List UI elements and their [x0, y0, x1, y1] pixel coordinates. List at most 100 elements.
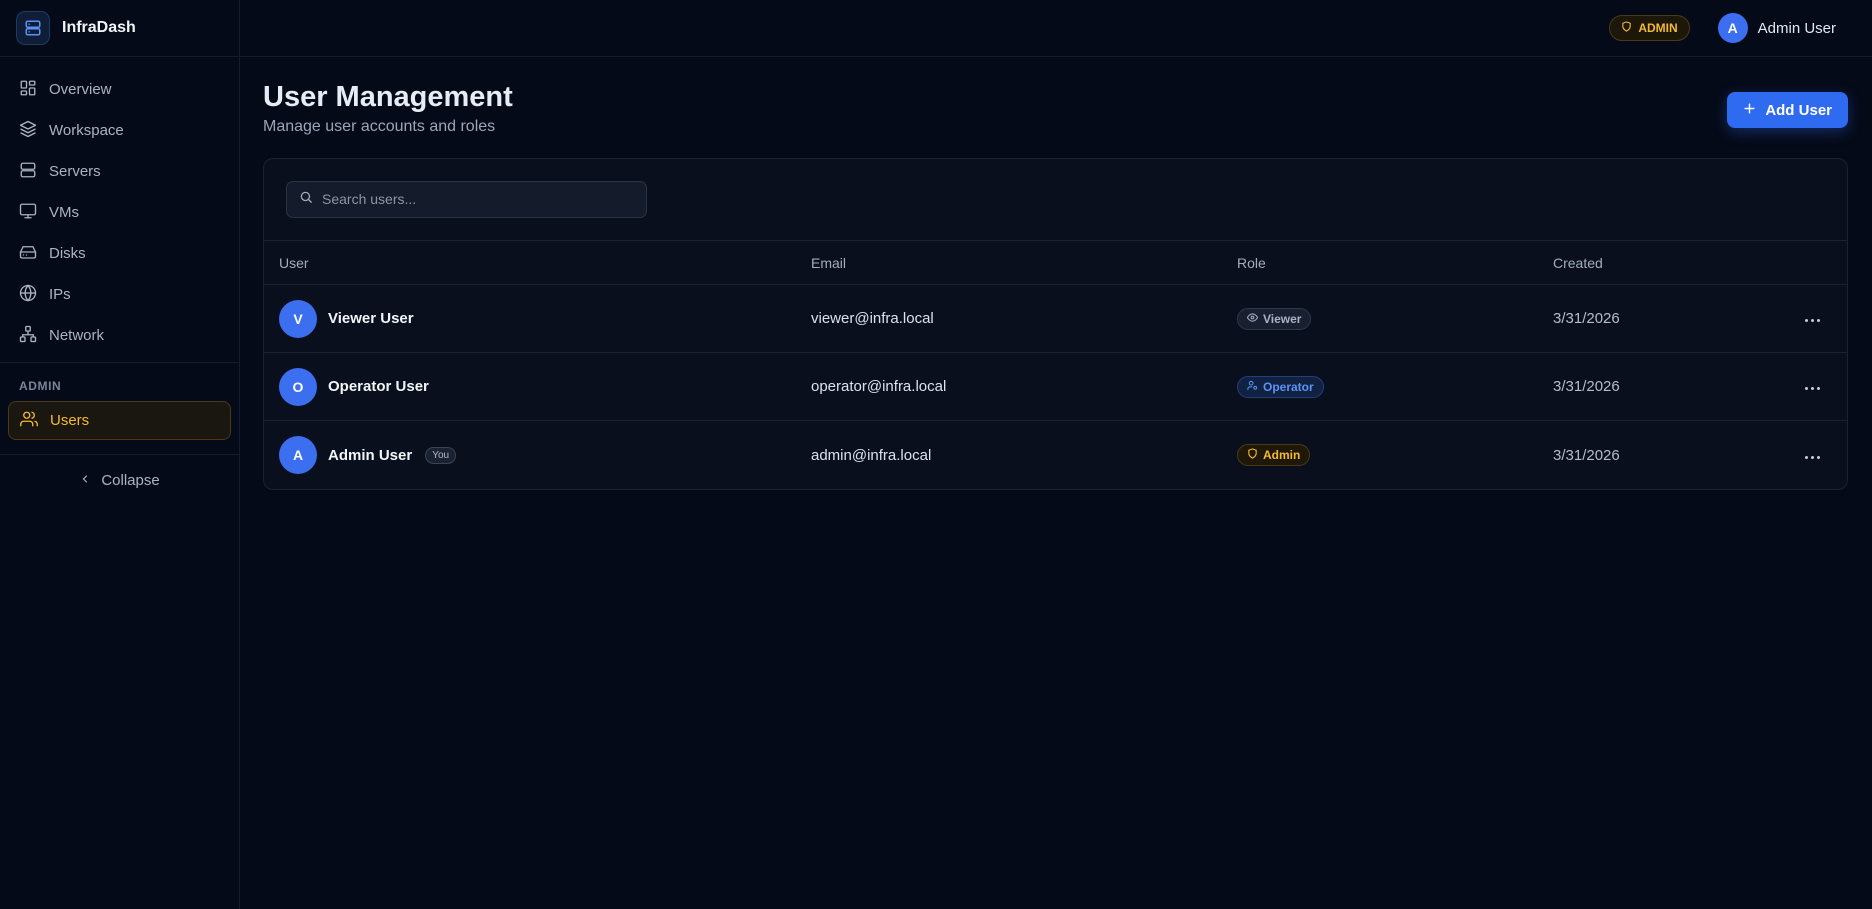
- more-dot: [1805, 319, 1808, 323]
- add-user-label: Add User: [1765, 101, 1832, 119]
- avatar: A: [1717, 13, 1748, 43]
- user-menu-name: Admin User: [1757, 19, 1836, 37]
- sidebar-item-workspace[interactable]: Workspace: [8, 110, 231, 151]
- role-badge-viewer: Viewer: [1237, 307, 1312, 330]
- search-box[interactable]: [286, 180, 647, 218]
- avatar: O: [279, 367, 317, 406]
- user-name: Viewer User: [328, 310, 414, 328]
- sidebar-item-label: Overview: [49, 81, 112, 98]
- sidebar-item-disks[interactable]: Disks: [8, 233, 231, 274]
- column-header-actions: [1778, 240, 1847, 286]
- sidebar-item-label: Disks: [49, 245, 86, 262]
- sidebar-item-label: IPs: [49, 286, 71, 303]
- page-header: User Management Manage user accounts and…: [263, 79, 1848, 136]
- app-root: InfraDash Overview Workspace Servers VMs…: [0, 0, 1872, 909]
- hard-drive-icon: [19, 243, 37, 265]
- user-menu[interactable]: A Admin User: [1717, 13, 1836, 43]
- more-actions-button[interactable]: [1803, 381, 1822, 396]
- search-input[interactable]: [322, 191, 634, 208]
- sidebar-item-label: VMs: [49, 204, 79, 221]
- more-actions-button[interactable]: [1803, 450, 1822, 465]
- chevron-left-icon: [79, 472, 91, 489]
- sidebar-item-overview[interactable]: Overview: [8, 69, 231, 110]
- page-content: User Management Manage user accounts and…: [240, 57, 1872, 490]
- shield-icon: [1247, 448, 1258, 462]
- users-table: User Email Role Created V Viewer User vi…: [264, 240, 1847, 489]
- layout-dashboard-icon: [19, 79, 37, 101]
- table-row: O Operator User operator@infra.local Ope…: [264, 352, 1847, 422]
- more-dot: [1817, 387, 1820, 391]
- collapse-section: Collapse: [0, 454, 239, 501]
- role-label: Operator: [1263, 379, 1314, 394]
- server-logo-icon: [16, 11, 50, 45]
- user-cell: V Viewer User: [279, 299, 796, 338]
- sidebar: InfraDash Overview Workspace Servers VMs…: [0, 0, 240, 909]
- collapse-label: Collapse: [101, 471, 160, 489]
- role-label: Viewer: [1263, 311, 1302, 326]
- role-pill: ADMIN: [1609, 15, 1690, 41]
- sidebar-item-ips[interactable]: IPs: [8, 274, 231, 315]
- created-date: 3/31/2026: [1538, 352, 1778, 422]
- role-badge-admin: Admin: [1237, 444, 1311, 467]
- avatar: V: [279, 299, 317, 338]
- more-dot: [1811, 455, 1814, 459]
- user-name: Operator User: [328, 378, 429, 396]
- user-cell: A Admin User You: [279, 436, 796, 475]
- users-icon: [20, 410, 38, 432]
- column-header-created[interactable]: Created: [1538, 240, 1778, 286]
- column-header-email[interactable]: Email: [796, 240, 1222, 286]
- sidebar-item-label: Users: [50, 412, 90, 429]
- main-area: ADMIN A Admin User User Management Manag…: [240, 0, 1872, 909]
- network-icon: [19, 325, 37, 347]
- sidebar-item-label: Network: [49, 327, 105, 344]
- sidebar-item-vms[interactable]: VMs: [8, 192, 231, 233]
- collapse-button[interactable]: Collapse: [0, 459, 239, 501]
- more-dot: [1805, 387, 1808, 391]
- eye-icon: [1246, 312, 1259, 326]
- brand-name: InfraDash: [62, 19, 136, 36]
- user-email: operator@infra.local: [796, 352, 1222, 422]
- sidebar-item-network[interactable]: Network: [8, 315, 231, 356]
- more-dot: [1817, 319, 1820, 323]
- more-dot: [1817, 455, 1820, 459]
- user-email: admin@infra.local: [811, 446, 932, 464]
- add-user-button[interactable]: Add User: [1727, 92, 1848, 128]
- table-row: V Viewer User viewer@infra.local Viewer …: [264, 284, 1847, 354]
- page-subtitle: Manage user accounts and roles: [263, 117, 496, 135]
- role-pill-label: ADMIN: [1638, 21, 1678, 35]
- monitor-icon: [19, 202, 37, 224]
- you-badge: You: [425, 446, 457, 464]
- table-row: A Admin User You admin@infra.local Admin…: [264, 421, 1847, 489]
- layers-icon: [19, 120, 37, 142]
- sidebar-item-users[interactable]: Users: [8, 401, 231, 440]
- sidebar-nav: Overview Workspace Servers VMs Disks IPs…: [0, 57, 239, 356]
- sidebar-item-label: Workspace: [49, 122, 124, 139]
- topbar: ADMIN A Admin User: [240, 0, 1872, 57]
- created-date: 3/31/2026: [1538, 284, 1778, 354]
- table-header-row: User Email Role Created: [264, 240, 1847, 286]
- user-name: Admin User: [328, 446, 413, 464]
- avatar: A: [279, 436, 317, 475]
- user-email: viewer@infra.local: [796, 284, 1222, 354]
- more-dot: [1811, 319, 1814, 323]
- user-cog-icon: [1247, 380, 1258, 394]
- column-header-user[interactable]: User: [264, 240, 796, 286]
- server-icon: [19, 161, 37, 183]
- plus-icon: [1743, 102, 1756, 119]
- page-title: User Management: [263, 81, 513, 113]
- more-dot: [1805, 455, 1808, 459]
- more-actions-button[interactable]: [1803, 313, 1822, 328]
- user-cell: O Operator User: [279, 367, 796, 406]
- more-dot: [1811, 387, 1814, 391]
- sidebar-item-servers[interactable]: Servers: [8, 151, 231, 192]
- column-header-role[interactable]: Role: [1222, 240, 1538, 286]
- shield-icon: [1621, 21, 1632, 35]
- search-icon: [299, 190, 313, 209]
- brand[interactable]: InfraDash: [0, 0, 239, 57]
- admin-section-label: ADMIN: [19, 379, 62, 393]
- users-card: User Email Role Created V V: [263, 157, 1848, 490]
- role-label: Admin: [1263, 448, 1301, 463]
- search-bar: [264, 159, 1847, 241]
- role-badge-operator: Operator: [1237, 375, 1324, 398]
- created-date: 3/31/2026: [1553, 446, 1620, 464]
